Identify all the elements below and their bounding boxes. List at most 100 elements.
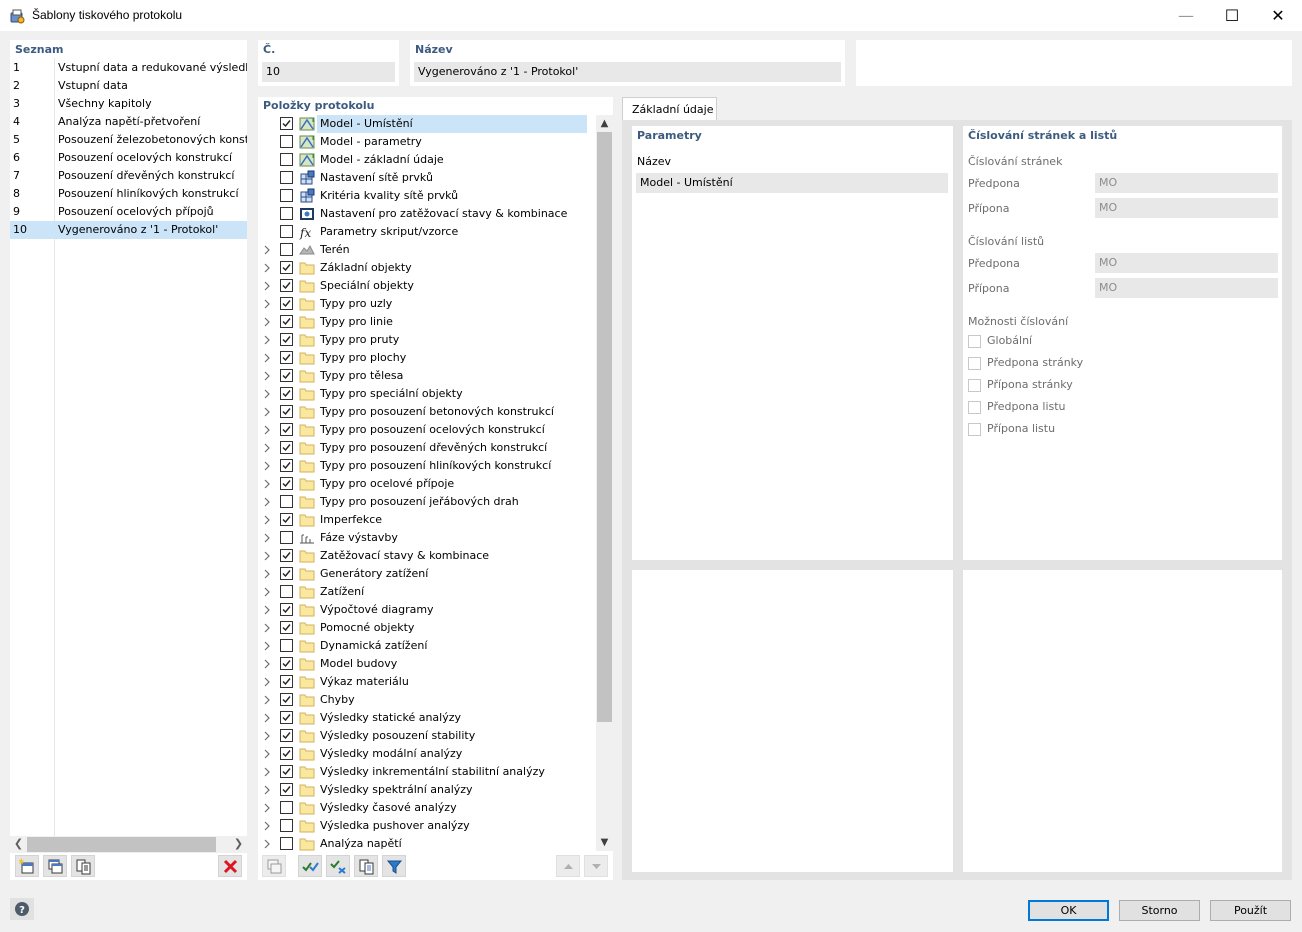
item-checkbox[interactable] bbox=[280, 369, 293, 382]
chevron-right-icon[interactable] bbox=[262, 605, 272, 615]
chevron-right-icon[interactable] bbox=[262, 299, 272, 309]
item-checkbox[interactable] bbox=[280, 387, 293, 400]
tree-item[interactable]: Typy pro posouzení dřevěných konstrukcí bbox=[258, 439, 596, 457]
chevron-right-icon[interactable] bbox=[262, 803, 272, 813]
tree-item[interactable]: Nastavení sítě prvků bbox=[258, 169, 596, 187]
chevron-right-icon[interactable] bbox=[262, 677, 272, 687]
item-checkbox[interactable] bbox=[280, 243, 293, 256]
item-checkbox[interactable] bbox=[280, 837, 293, 850]
item-checkbox[interactable] bbox=[280, 207, 293, 220]
chevron-right-icon[interactable] bbox=[262, 389, 272, 399]
tree-item[interactable]: Základní objekty bbox=[258, 259, 596, 277]
item-checkbox[interactable] bbox=[280, 711, 293, 724]
tree-item[interactable]: Kritéria kvality sítě prvků bbox=[258, 187, 596, 205]
item-checkbox[interactable] bbox=[280, 441, 293, 454]
item-checkbox[interactable] bbox=[280, 117, 293, 130]
page-prefix-field[interactable]: MO bbox=[1095, 173, 1278, 193]
item-settings-button[interactable] bbox=[354, 855, 378, 877]
scroll-down-icon[interactable]: ▼ bbox=[596, 834, 613, 851]
copy-items-button[interactable] bbox=[262, 855, 286, 877]
chevron-right-icon[interactable] bbox=[262, 785, 272, 795]
chevron-right-icon[interactable] bbox=[262, 731, 272, 741]
chevron-right-icon[interactable] bbox=[262, 533, 272, 543]
chevron-right-icon[interactable] bbox=[262, 407, 272, 417]
minimize-button[interactable]: — bbox=[1163, 0, 1209, 31]
item-checkbox[interactable] bbox=[280, 693, 293, 706]
param-name-field[interactable]: Model - Umístění bbox=[636, 173, 948, 193]
numbering-option-checkbox[interactable] bbox=[968, 379, 981, 392]
tree-item[interactable]: Typy pro speciální objekty bbox=[258, 385, 596, 403]
tree-item[interactable]: Fáze výstavby bbox=[258, 529, 596, 547]
tree-item[interactable]: Typy pro uzly bbox=[258, 295, 596, 313]
item-checkbox[interactable] bbox=[280, 189, 293, 202]
chevron-right-icon[interactable] bbox=[262, 281, 272, 291]
chevron-right-icon[interactable] bbox=[262, 317, 272, 327]
list-item[interactable]: 7 Posouzení dřevěných konstrukcí bbox=[10, 167, 247, 185]
chevron-right-icon[interactable] bbox=[262, 587, 272, 597]
chevron-right-icon[interactable] bbox=[262, 821, 272, 831]
description-panel[interactable] bbox=[856, 40, 1292, 86]
tree-item[interactable]: Model budovy bbox=[258, 655, 596, 673]
item-checkbox[interactable] bbox=[280, 819, 293, 832]
item-checkbox[interactable] bbox=[280, 423, 293, 436]
chevron-right-icon[interactable] bbox=[262, 479, 272, 489]
toggle-check-button[interactable] bbox=[326, 855, 350, 877]
tree-item[interactable]: Výsledky statické analýzy bbox=[258, 709, 596, 727]
ok-button[interactable]: OK bbox=[1028, 900, 1109, 921]
item-checkbox[interactable] bbox=[280, 297, 293, 310]
copy-template-button[interactable] bbox=[43, 855, 67, 877]
tree-item[interactable]: Zatížení bbox=[258, 583, 596, 601]
list-item[interactable]: 1 Vstupní data a redukované výsledky bbox=[10, 59, 247, 77]
help-button[interactable]: ? bbox=[10, 898, 34, 920]
chevron-right-icon[interactable] bbox=[262, 263, 272, 273]
scroll-left-icon[interactable]: ❮ bbox=[10, 836, 27, 853]
item-checkbox[interactable] bbox=[280, 135, 293, 148]
tree-item[interactable]: Typy pro plochy bbox=[258, 349, 596, 367]
check-all-button[interactable] bbox=[298, 855, 322, 877]
item-checkbox[interactable] bbox=[280, 405, 293, 418]
item-checkbox[interactable] bbox=[280, 261, 293, 274]
list-horizontal-scrollbar[interactable]: ❮ ❯ bbox=[10, 836, 247, 853]
scroll-right-icon[interactable]: ❯ bbox=[230, 836, 247, 853]
tree-item[interactable]: Speciální objekty bbox=[258, 277, 596, 295]
tree-item[interactable]: Typy pro posouzení hliníkových konstrukc… bbox=[258, 457, 596, 475]
item-checkbox[interactable] bbox=[280, 495, 293, 508]
list-item[interactable]: 8 Posouzení hliníkových konstrukcí bbox=[10, 185, 247, 203]
page-suffix-field[interactable]: MO bbox=[1095, 198, 1278, 218]
filter-button[interactable] bbox=[382, 855, 406, 877]
tree-item[interactable]: Typy pro pruty bbox=[258, 331, 596, 349]
tree-item[interactable]: Výsledky časové analýzy bbox=[258, 799, 596, 817]
tree-item[interactable]: Model - parametry bbox=[258, 133, 596, 151]
numbering-option-checkbox[interactable] bbox=[968, 357, 981, 370]
item-checkbox[interactable] bbox=[280, 315, 293, 328]
list-item[interactable]: 3 Všechny kapitoly bbox=[10, 95, 247, 113]
tree-item[interactable]: Terén bbox=[258, 241, 596, 259]
maximize-button[interactable]: ☐ bbox=[1209, 0, 1255, 31]
edit-template-button[interactable] bbox=[71, 855, 95, 877]
tree-item[interactable]: Typy pro posouzení jeřábových drah bbox=[258, 493, 596, 511]
list-item[interactable]: 2 Vstupní data bbox=[10, 77, 247, 95]
chevron-right-icon[interactable] bbox=[262, 569, 272, 579]
chevron-right-icon[interactable] bbox=[262, 245, 272, 255]
tree-item[interactable]: Výpočtové diagramy bbox=[258, 601, 596, 619]
item-checkbox[interactable] bbox=[280, 657, 293, 670]
apply-button[interactable]: Použít bbox=[1210, 900, 1291, 921]
scrollbar-thumb[interactable] bbox=[27, 837, 216, 852]
tree-item[interactable]: Generátory zatížení bbox=[258, 565, 596, 583]
chevron-right-icon[interactable] bbox=[262, 641, 272, 651]
tree-item[interactable]: fx Parametry skriput/vzorce bbox=[258, 223, 596, 241]
chevron-right-icon[interactable] bbox=[262, 461, 272, 471]
list-item[interactable]: 6 Posouzení ocelových konstrukcí bbox=[10, 149, 247, 167]
tree-item[interactable]: Pomocné objekty bbox=[258, 619, 596, 637]
close-button[interactable]: ✕ bbox=[1255, 0, 1301, 31]
chevron-right-icon[interactable] bbox=[262, 425, 272, 435]
item-checkbox[interactable] bbox=[280, 567, 293, 580]
tree-item[interactable]: Výsledky modální analýzy bbox=[258, 745, 596, 763]
list-item[interactable]: 5 Posouzení železobetonových konstrukcí bbox=[10, 131, 247, 149]
chevron-right-icon[interactable] bbox=[262, 335, 272, 345]
tree-item[interactable]: Výsledky posouzení stability bbox=[258, 727, 596, 745]
item-checkbox[interactable] bbox=[280, 621, 293, 634]
sheet-prefix-field[interactable]: MO bbox=[1095, 253, 1278, 273]
item-checkbox[interactable] bbox=[280, 585, 293, 598]
item-checkbox[interactable] bbox=[280, 477, 293, 490]
